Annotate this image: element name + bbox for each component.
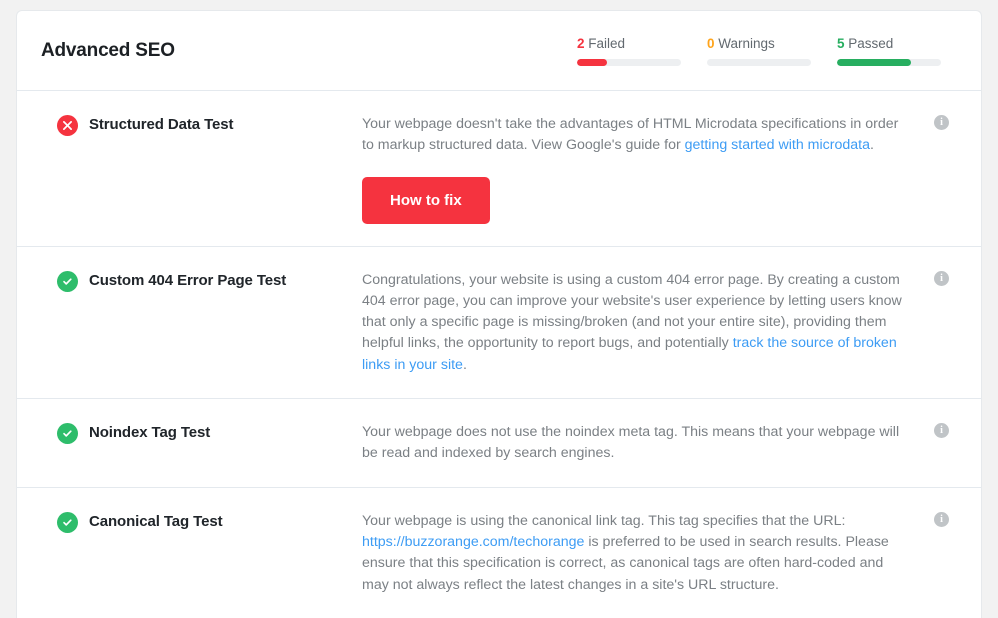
stat-text-passed: Passed [848,35,894,51]
stat-label-passed: 5 Passed [837,36,941,51]
description-link[interactable]: https://buzzorange.com/techorange [362,534,584,550]
status-badge-fail [57,115,78,136]
test-description: Your webpage doesn't take the advantages… [362,114,910,157]
stat-count-passed: 5 [837,35,845,51]
info-icon[interactable]: i [934,270,949,286]
test-description: Your webpage is using the canonical link… [362,511,910,596]
stat-bar-warnings [707,58,811,66]
stat-count-failed: 2 [577,35,585,51]
test-title-column: Canonical Tag Test [57,510,362,533]
info-icon[interactable]: i [934,423,949,439]
stat-passed: 5 Passed [837,36,941,66]
how-to-fix-button[interactable]: How to fix [362,176,490,224]
stat-failed: 2 Failed [577,36,681,66]
description-link[interactable]: getting started with microdata [685,137,870,153]
test-row: Structured Data Test Your webpage doesn't… [17,91,981,247]
check-icon [63,430,72,437]
stat-bar-passed [837,58,941,66]
test-list: Structured Data Test Your webpage doesn't… [17,91,981,618]
stat-warnings: 0 Warnings [707,36,811,66]
test-description-column: Your webpage is using the canonical link… [362,510,910,596]
status-badge-pass [57,270,78,292]
test-title-column: Structured Data Test [57,113,362,136]
stat-text-failed: Failed [588,35,626,51]
description-text: . [462,356,467,373]
stat-bar-fill-passed [837,58,911,66]
test-row: Canonical Tag Test Your webpage is using … [17,488,981,618]
test-description-column: Your webpage does not use the noindex me… [362,421,910,465]
stat-count-warnings: 0 [707,35,715,51]
test-name: Structured Data Test [89,116,234,133]
status-badge-pass [57,511,78,533]
info-icon[interactable]: i [934,115,949,130]
test-title-column: Noindex Tag Test [57,421,362,445]
stat-label-failed: 2 Failed [577,36,681,51]
test-title-column: Custom 404 Error Page Test [57,269,362,292]
stat-text-warnings: Warnings [718,35,775,51]
test-description: Your webpage does not use the noindex me… [362,422,910,465]
description-text: Your webpage does not use the noindex me… [362,424,900,462]
stats-summary: 2 Failed 0 Warnings 5 Passed [577,36,957,66]
test-description-column: Your webpage doesn't take the advantages… [362,113,910,224]
page-title: Advanced SEO [41,39,175,61]
status-badge-pass [57,423,78,445]
test-row: Noindex Tag Test Your webpage does not us… [17,399,981,488]
test-row: Custom 404 Error Page Test Congratulation… [17,247,981,400]
advanced-seo-report-card: Advanced SEO 2 Failed 0 Warnings 5 Passed … [16,10,982,618]
description-text: . [869,137,874,154]
test-name: Noindex Tag Test [89,424,211,442]
stat-bar-failed [577,58,681,66]
info-icon[interactable]: i [934,511,949,527]
card-header: Advanced SEO 2 Failed 0 Warnings 5 Passed [17,11,981,91]
test-name: Canonical Tag Test [89,512,223,530]
check-icon [63,277,72,285]
test-name: Custom 404 Error Page Test [89,271,287,289]
description-text: Your webpage is using the canonical link… [362,512,846,529]
test-description-column: Congratulations, your website is using a… [362,269,910,376]
x-icon [63,121,72,130]
stat-label-warnings: 0 Warnings [707,36,811,51]
check-icon [63,519,72,526]
stat-bar-fill-failed [577,58,608,66]
test-description: Congratulations, your website is using a… [362,270,910,376]
